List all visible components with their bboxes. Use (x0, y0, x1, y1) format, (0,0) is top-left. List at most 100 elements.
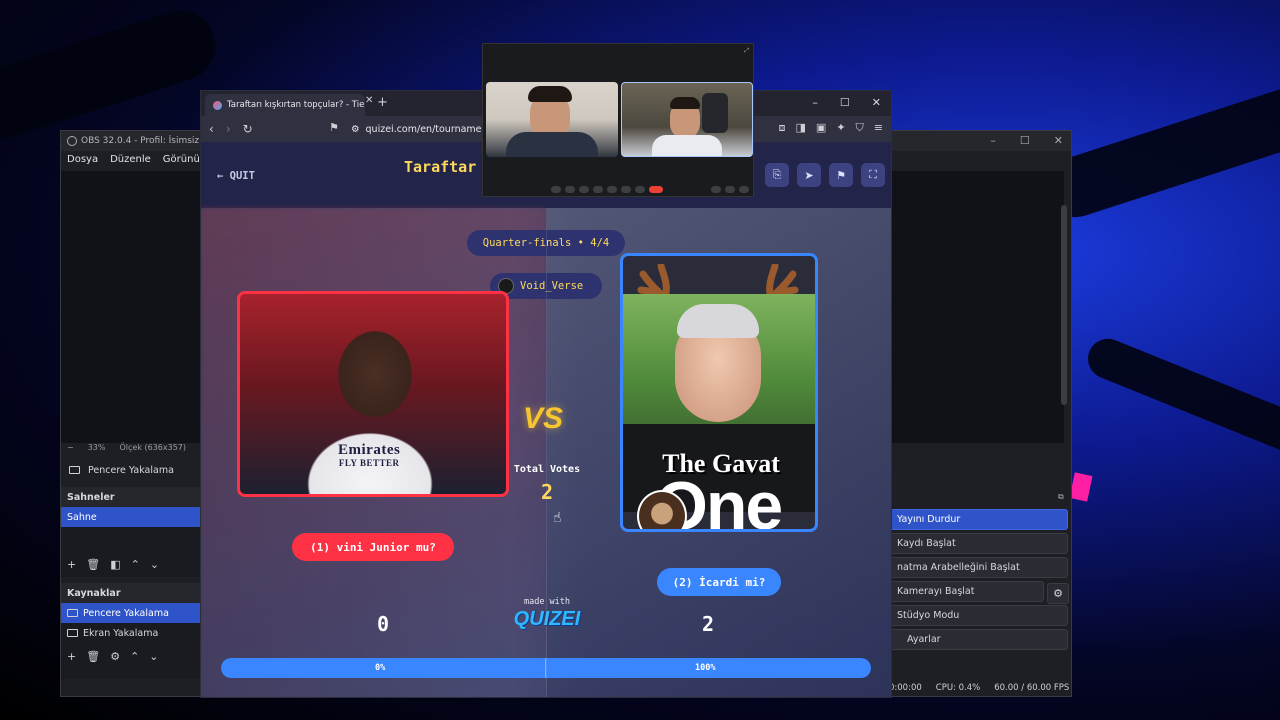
participant-tile[interactable] (486, 82, 618, 157)
share-icon[interactable]: ⎘ (765, 163, 789, 187)
emoji-icon[interactable] (593, 186, 603, 193)
source-item-screen-capture[interactable]: Ekran Yakalama (61, 623, 201, 643)
maximize-icon[interactable]: ☐ (840, 96, 850, 109)
trash-icon[interactable]: 🗑 (86, 558, 100, 571)
close-icon[interactable]: ✕ (1054, 134, 1063, 147)
wallpaper-accent (1069, 472, 1093, 502)
send-icon[interactable]: ➤ (797, 163, 821, 187)
sources-header: Kaynaklar (61, 583, 201, 603)
gear-icon[interactable]: ⚙ (110, 650, 120, 663)
info-icon[interactable] (711, 186, 721, 193)
minimize-icon[interactable]: – (812, 96, 818, 109)
sidebar-icon[interactable]: ◨ (796, 121, 806, 135)
left-caption-button[interactable]: (1) vini Junior mu? (292, 533, 454, 561)
close-icon[interactable]: ✕ (872, 96, 881, 109)
reload-icon[interactable]: ↻ (243, 122, 253, 136)
more-icon[interactable] (635, 186, 645, 193)
screenshot-icon[interactable]: ⧈ (779, 121, 786, 135)
new-tab-icon[interactable]: + (377, 95, 388, 110)
wallet-icon[interactable]: ▣ (816, 121, 826, 135)
browser-tab[interactable]: Taraftarı kışkırtan topçular? - Tie (205, 94, 365, 116)
close-tab-icon[interactable]: ✕ (365, 95, 373, 106)
tab-title: Taraftarı kışkırtan topçular? - Tie (227, 100, 365, 110)
raise-hand-icon[interactable] (621, 186, 631, 193)
fps-readout: 60.00 / 60.00 FPS (994, 683, 1070, 693)
participant-body (652, 135, 722, 156)
quit-button[interactable]: ← QUIT (217, 170, 255, 182)
trash-icon[interactable]: 🗑 (86, 650, 100, 663)
chevron-down-icon[interactable]: ⌄ (149, 650, 158, 663)
settings-button[interactable]: Ayarlar (890, 629, 1068, 650)
wallpaper-stroke (0, 1, 225, 149)
vs-badge: VS (523, 402, 564, 435)
obs-statusbar: 0:00:00 CPU: 0.4% 60.00 / 60.00 FPS (889, 683, 1069, 693)
people-icon[interactable] (725, 186, 735, 193)
menu-duzenle[interactable]: Düzenle (110, 154, 151, 165)
chevron-up-icon[interactable]: ⌃ (130, 650, 139, 663)
total-votes-label: Total Votes (513, 464, 581, 475)
brand-logo[interactable]: QUIZEI (501, 608, 593, 631)
participant-hair (670, 97, 700, 109)
scene-item[interactable]: Sahne (61, 507, 201, 527)
hang-up-icon[interactable] (649, 186, 663, 193)
present-icon[interactable] (607, 186, 617, 193)
gaming-chair (702, 93, 728, 133)
right-caption-button[interactable]: (2) İcardi mi? (657, 568, 781, 596)
matchup-area: Quarter-finals • 4/4 Void_Verse Emirates… (201, 208, 891, 697)
shield-icon[interactable]: ⛉ (856, 121, 864, 135)
menu-dosya[interactable]: Dosya (67, 154, 98, 165)
participant-hair (528, 86, 572, 102)
pip-icon[interactable]: ⤢ (744, 47, 749, 55)
sources-dock: Kaynaklar Pencere Yakalama Ekran Yakalam… (61, 583, 201, 679)
chevron-down-icon[interactable]: ⌄ (150, 558, 159, 571)
stop-stream-button[interactable]: Yayını Durdur (890, 509, 1068, 530)
dock-float-icon[interactable]: ⧉ (1058, 492, 1064, 502)
filter-icon[interactable]: ◧ (110, 558, 120, 571)
start-replay-buffer-button[interactable]: natma Arabelleğini Başlat (890, 557, 1068, 578)
mouse-cursor-icon: ☝ (553, 510, 562, 526)
start-virtual-camera-button[interactable]: Kamerayı Başlat (890, 581, 1044, 602)
add-icon[interactable]: + (67, 558, 76, 571)
address-bar[interactable]: ⚙ quizei.com/en/tournamen (351, 120, 488, 138)
chat-icon[interactable] (739, 186, 749, 193)
page-title: Taraftar (404, 158, 477, 176)
source-item-window-capture[interactable]: Pencere Yakalama (61, 603, 201, 623)
start-recording-button[interactable]: Kaydı Başlat (890, 533, 1068, 554)
obs-scrollbar[interactable] (1061, 205, 1067, 405)
shirt-sponsor: Emirates FLY BETTER (338, 443, 400, 470)
contestant-card-right[interactable]: The Gavat One (620, 253, 818, 532)
maximize-icon[interactable]: ☐ (1020, 134, 1030, 147)
round-badge: Quarter-finals • 4/4 (467, 230, 625, 256)
scenes-header: Sahneler (61, 487, 201, 507)
chevron-up-icon[interactable]: ⌃ (131, 558, 140, 571)
add-icon[interactable]: + (67, 650, 76, 663)
stream-time: 0:00:00 (889, 683, 922, 693)
gear-icon[interactable]: ⚙ (1047, 583, 1069, 604)
quiz-page: ← QUIT Taraftar ⎘ ➤ ⚑ ⛶ Quarter-finals •… (201, 142, 891, 697)
total-votes-count: 2 (540, 480, 554, 504)
captions-icon[interactable] (579, 186, 589, 193)
obs-zoom-bar: − 33% Ölçek (636x357) (67, 443, 186, 452)
participant-tile[interactable] (621, 82, 753, 157)
bookmark-icon[interactable]: ⚑ (329, 121, 339, 134)
scenes-toolbar: + 🗑 ◧ ⌃ ⌄ (61, 553, 201, 575)
studio-mode-button[interactable]: Stüdyo Modu (890, 605, 1068, 626)
minimize-icon[interactable]: – (990, 134, 996, 147)
zoom-level: 33% (87, 443, 106, 452)
scenes-dock: Sahneler Sahne + 🗑 ◧ ⌃ ⌄ (61, 487, 201, 577)
ai-sparkle-icon[interactable]: ✦ (836, 121, 845, 135)
mic-icon[interactable] (551, 186, 561, 193)
menu-icon[interactable]: ≡ (874, 121, 883, 135)
flag-icon[interactable]: ⚑ (829, 163, 853, 187)
camera-icon[interactable] (565, 186, 575, 193)
site-info-icon[interactable]: ⚙ (351, 124, 360, 135)
forward-icon[interactable]: › (226, 122, 231, 136)
contestant-card-left[interactable]: Emirates FLY BETTER (237, 291, 509, 497)
cpu-usage: CPU: 0.4% (935, 683, 981, 693)
zoom-out-icon[interactable]: − (67, 443, 74, 452)
sources-toolbar: + 🗑 ⚙ ⌃ ⌄ (61, 645, 201, 667)
made-with-label: made with (523, 597, 571, 607)
back-icon[interactable]: ‹ (209, 122, 214, 136)
source-label: Ekran Yakalama (83, 627, 159, 639)
fullscreen-icon[interactable]: ⛶ (861, 163, 885, 187)
